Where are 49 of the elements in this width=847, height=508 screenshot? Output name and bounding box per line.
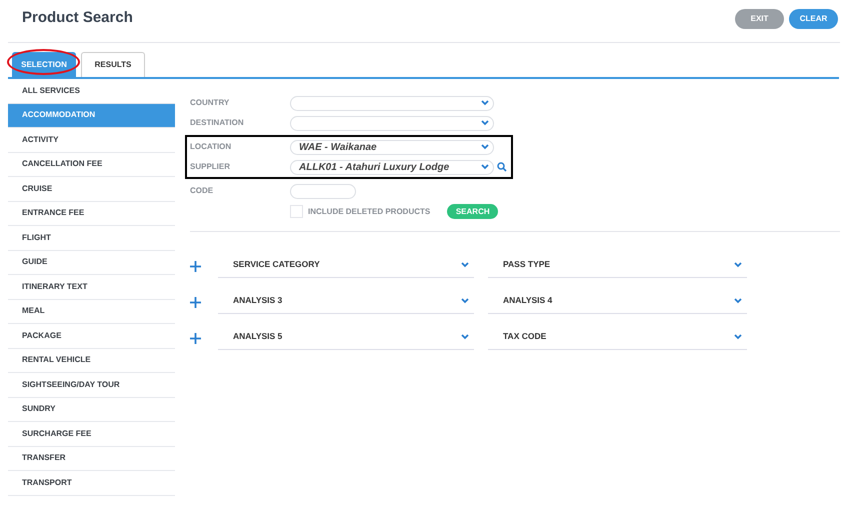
field-label: SUPPLIER xyxy=(190,161,232,173)
checkbox-label: INCLUDE DELETED PRODUCTS xyxy=(308,206,430,218)
filter-dropdown[interactable]: ANALYSIS 5 xyxy=(218,324,474,350)
checkbox[interactable] xyxy=(290,205,303,218)
field-label: DESTINATION xyxy=(190,117,245,129)
select-field[interactable] xyxy=(290,116,494,130)
service-type-item[interactable]: RENTAL VEHICLE xyxy=(8,348,175,373)
field-label: LOCATION xyxy=(190,141,232,153)
chevron-down-icon xyxy=(734,334,742,340)
select-field[interactable]: ALLK01 - Atahuri Luxury Lodge xyxy=(290,160,494,174)
chevron-down-icon xyxy=(461,334,469,340)
select-field[interactable] xyxy=(290,96,494,110)
service-type-item[interactable]: TRANSFER xyxy=(8,446,175,471)
service-type-item[interactable]: ITINERARY TEXT xyxy=(8,275,175,300)
search-icon[interactable] xyxy=(497,162,507,172)
field-label: COUNTRY xyxy=(190,97,230,109)
chevron-down-icon xyxy=(734,298,742,304)
service-type-item[interactable]: SURCHARGE FEE xyxy=(8,422,175,446)
filter-dropdown[interactable]: ANALYSIS 4 xyxy=(488,288,747,314)
chevron-down-icon xyxy=(734,262,742,268)
service-type-item[interactable]: ENTRANCE FEE xyxy=(8,202,175,226)
field-label: CODE xyxy=(190,185,214,197)
service-type-item[interactable]: MEAL xyxy=(8,300,175,324)
chevron-down-icon xyxy=(481,100,489,106)
plus-icon[interactable] xyxy=(190,332,201,344)
filter-dropdown[interactable]: TAX CODE xyxy=(488,324,747,350)
select-field[interactable]: WAE - Waikanae xyxy=(290,140,494,154)
filter-dropdown[interactable]: ANALYSIS 3 xyxy=(218,288,474,314)
chevron-down-icon xyxy=(461,262,469,268)
tab[interactable]: RESULTS xyxy=(81,52,145,77)
service-type-item[interactable]: PACKAGE xyxy=(8,324,175,348)
service-type-item[interactable]: ACTIVITY xyxy=(8,128,175,152)
plus-icon[interactable] xyxy=(190,296,201,308)
service-type-item[interactable]: SIGHTSEEING/DAY TOUR xyxy=(8,373,175,398)
plus-icon[interactable] xyxy=(190,260,201,272)
service-type-item[interactable]: GUIDE xyxy=(8,250,175,275)
service-type-item[interactable]: CANCELLATION FEE xyxy=(8,152,175,177)
service-type-item[interactable]: TRANSPORT xyxy=(8,471,175,496)
filter-dropdown[interactable]: SERVICE CATEGORY xyxy=(218,252,474,278)
service-type-item[interactable]: CRUISE xyxy=(8,177,175,202)
filter-dropdown[interactable]: PASS TYPE xyxy=(488,252,747,278)
input-field[interactable] xyxy=(290,184,356,198)
chevron-down-icon xyxy=(481,164,489,170)
page-title: Product Search xyxy=(22,8,133,28)
chevron-down-icon xyxy=(481,120,489,126)
chevron-down-icon xyxy=(461,298,469,304)
service-type-item[interactable]: FLIGHT xyxy=(8,226,175,250)
chevron-down-icon xyxy=(481,144,489,150)
service-type-item[interactable]: SUNDRY xyxy=(8,398,175,422)
